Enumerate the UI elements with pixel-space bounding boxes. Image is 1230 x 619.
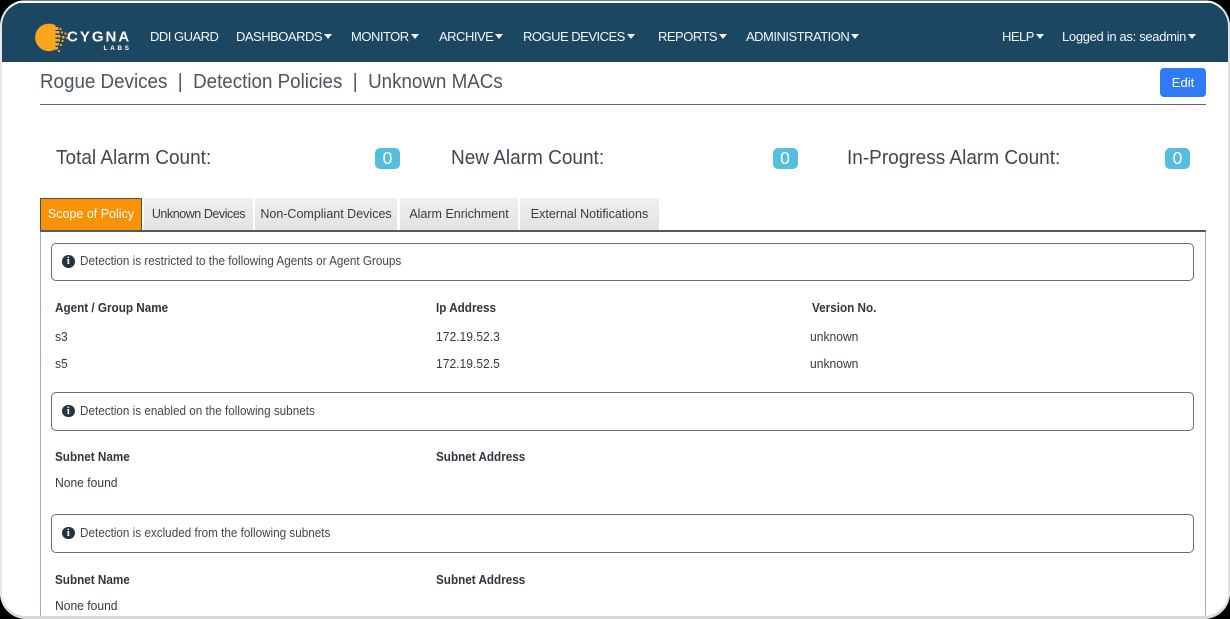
svg-text:CYGNA: CYGNA (67, 28, 131, 45)
svg-text:LABS: LABS (104, 45, 132, 52)
